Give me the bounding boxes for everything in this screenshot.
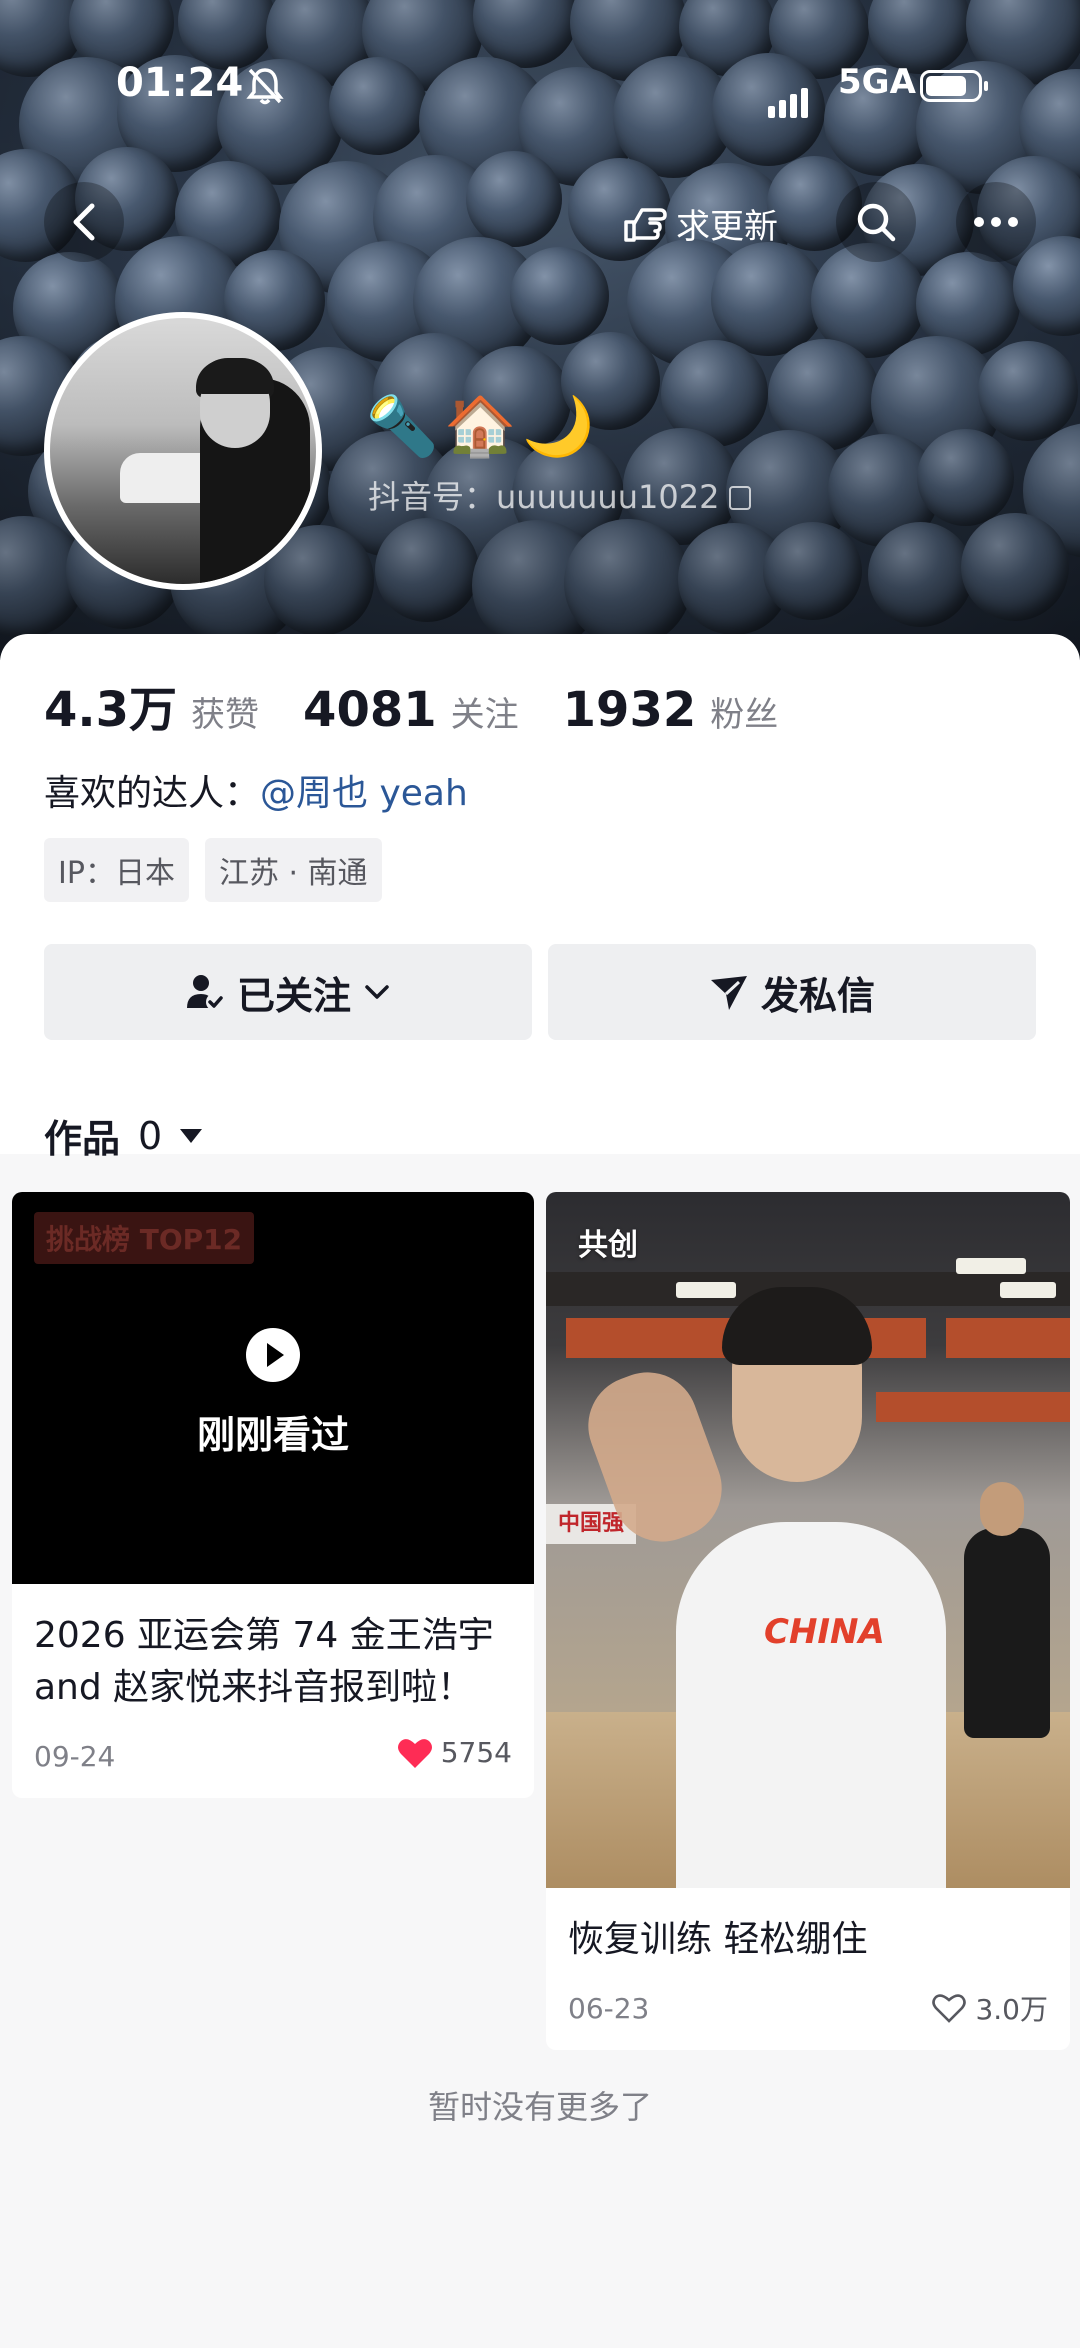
send-message-label: 发私信 — [760, 973, 875, 1018]
play-icon — [246, 1328, 300, 1382]
heart-outline-icon — [932, 1994, 967, 2023]
heart-filled-icon — [397, 1738, 432, 1768]
likes-label[interactable]: 获赞 — [191, 687, 259, 736]
works-tab[interactable]: 作品 0 — [44, 1108, 203, 1163]
following-button[interactable]: 已关注 — [44, 944, 532, 1040]
video-thumbnail[interactable]: 挑战榜 TOP12 刚刚看过 — [12, 1192, 534, 1584]
douyin-id-label: 抖音号： — [368, 478, 497, 516]
following-button-label: 已关注 — [236, 973, 351, 1018]
profile-tags: IP：日本 江苏 · 南通 — [44, 838, 382, 902]
douyin-id[interactable]: 抖音号：uuuuuuu1022 — [368, 472, 752, 518]
stats-row: 4.3万 获赞 4081 关注 1932 粉丝 — [44, 670, 822, 740]
more-icon — [974, 217, 1018, 227]
challenge-rank-badge: 挑战榜 TOP12 — [34, 1212, 255, 1264]
sort-dropdown-icon[interactable] — [180, 1128, 203, 1143]
request-update-button[interactable]: 求更新 — [606, 190, 792, 256]
shirt-logo: CHINA — [764, 1612, 885, 1652]
recently-watched-label: 刚刚看过 — [196, 1413, 349, 1457]
search-icon — [857, 203, 896, 242]
avatar[interactable] — [44, 312, 322, 590]
battery-icon — [920, 70, 988, 102]
video-likes[interactable]: 5754 — [397, 1736, 512, 1769]
hometown-tag: 江苏 · 南通 — [204, 838, 382, 902]
video-date: 09-24 — [34, 1740, 116, 1773]
search-button[interactable] — [836, 182, 916, 262]
video-like-count: 3.0万 — [975, 1993, 1048, 2026]
co-creation-badge: 共创 — [578, 1228, 638, 1263]
followers-count[interactable]: 1932 — [563, 682, 697, 738]
back-button[interactable] — [44, 182, 124, 262]
status-bar: 01:24 5GA — [0, 60, 1080, 120]
video-card[interactable]: 挑战榜 TOP12 刚刚看过 2026 亚运会第 74 金王浩宇 and 赵家悦… — [12, 1192, 534, 1798]
video-thumbnail[interactable]: 中国强 CHINA 共创 — [546, 1192, 1070, 1888]
video-like-count: 5754 — [440, 1736, 512, 1769]
chevron-down-icon — [365, 985, 389, 999]
network-type: 5GA — [838, 62, 916, 102]
favorite-creator: 喜欢的达人：@周也 yeah — [44, 764, 468, 816]
mute-bell-icon — [246, 68, 284, 105]
request-update-label: 求更新 — [676, 206, 778, 247]
ip-location-tag: IP：日本 — [44, 838, 189, 902]
no-more-content-text: 暂时没有更多了 — [427, 2088, 652, 2126]
video-title: 2026 亚运会第 74 金王浩宇 and 赵家悦来抖音报到啦！ — [34, 1615, 494, 1708]
more-options-button[interactable] — [956, 182, 1036, 262]
send-message-button[interactable]: 发私信 — [548, 944, 1036, 1040]
profile-info-card: 4.3万 获赞 4081 关注 1932 粉丝 喜欢的达人：@周也 yeah I… — [0, 634, 1080, 1161]
nickname: 🔦🏠🌙 — [366, 392, 601, 460]
likes-count[interactable]: 4.3万 — [44, 670, 177, 740]
user-check-icon — [186, 975, 224, 1011]
request-update-hand-icon — [624, 208, 667, 242]
status-time: 01:24 — [116, 60, 244, 106]
video-likes[interactable]: 3.0万 — [931, 1988, 1048, 2028]
video-title: 恢复训练 轻松绷住 — [568, 1919, 868, 1960]
signal-icon — [768, 72, 812, 118]
followers-label[interactable]: 粉丝 — [710, 687, 778, 736]
following-label[interactable]: 关注 — [451, 687, 519, 736]
back-arrow-icon — [73, 203, 95, 241]
video-card[interactable]: 中国强 CHINA 共创 恢复训练 轻松绷住 06-23 3.0万 — [546, 1192, 1070, 2050]
paper-plane-icon — [710, 976, 747, 1010]
douyin-id-value: uuuuuuu1022 — [496, 478, 720, 516]
favorite-creator-label: 喜欢的达人： — [44, 773, 261, 814]
favorite-creator-link[interactable]: @周也 yeah — [260, 773, 468, 814]
works-count: 0 — [138, 1113, 163, 1158]
copy-icon[interactable] — [729, 486, 752, 510]
following-count[interactable]: 4081 — [303, 682, 437, 738]
video-date: 06-23 — [568, 1992, 650, 2025]
works-label: 作品 — [44, 1117, 121, 1161]
